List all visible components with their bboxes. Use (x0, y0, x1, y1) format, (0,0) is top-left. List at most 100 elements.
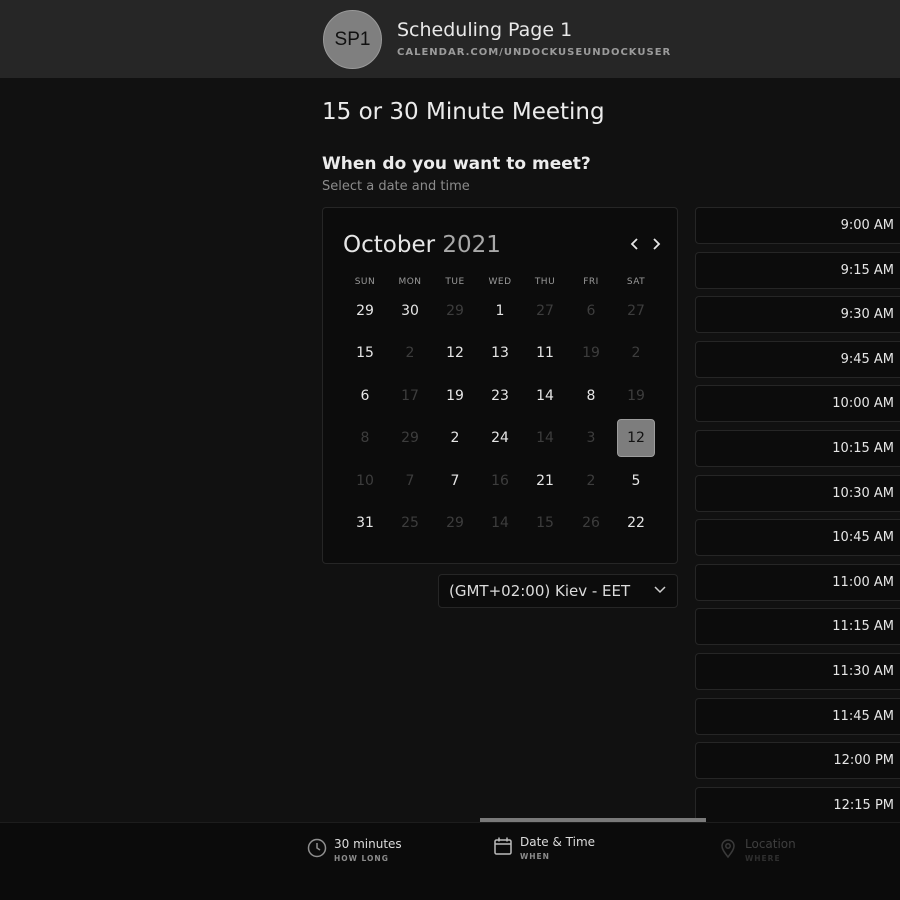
calendar-day: 2 (405, 345, 415, 361)
time-slot-button[interactable]: 10:00 AM (695, 385, 900, 423)
step-duration-label: 30 minutes (334, 837, 402, 851)
calendar-day-selected[interactable]: 12 (617, 419, 655, 457)
calendar-day[interactable]: 22 (617, 504, 655, 542)
calendar-day[interactable]: 21 (526, 462, 564, 500)
calendar-day[interactable]: 8 (572, 377, 610, 415)
calendar-day: 29 (446, 303, 464, 319)
calendar-day[interactable]: 24 (481, 419, 519, 457)
time-slot-label: 10:00 AM (832, 396, 894, 412)
time-slot-button[interactable]: 9:15 AM (695, 251, 900, 289)
calendar-day[interactable]: 14 (526, 377, 564, 415)
calendar-day[interactable]: 5 (617, 462, 655, 500)
avatar: SP1 (323, 10, 382, 69)
time-slot-button[interactable]: 11:45 AM (695, 697, 900, 735)
time-slot-button[interactable]: 9:30 AM (695, 296, 900, 334)
chevron-left-icon (630, 238, 638, 250)
calendar-day[interactable]: 11 (526, 334, 564, 372)
previous-month-button[interactable] (626, 234, 644, 254)
chevron-right-icon (653, 238, 661, 250)
calendar-day: 26 (582, 515, 600, 531)
step-location[interactable]: Location WHERE (717, 837, 796, 863)
time-slot-button[interactable]: 10:45 AM (695, 519, 900, 557)
step-date-time-label: Date & Time (520, 835, 596, 849)
step-location-label: Location (745, 837, 796, 851)
calendar-day[interactable]: 13 (481, 334, 519, 372)
calendar-icon (494, 837, 512, 855)
calendar-day: 29 (446, 515, 464, 531)
calendar-day[interactable]: 2 (436, 419, 474, 457)
weekday-header: TUE (445, 277, 465, 287)
time-slot-label: 11:45 AM (832, 708, 894, 724)
step-duration-sub: HOW LONG (334, 854, 389, 863)
section-subtitle: Select a date and time (322, 179, 470, 194)
weekday-header: WED (488, 277, 512, 287)
calendar-day[interactable]: 6 (346, 377, 384, 415)
weekday-header: MON (398, 277, 422, 287)
time-slot-button[interactable]: 10:15 AM (695, 430, 900, 467)
time-slot-label: 9:45 AM (840, 351, 894, 367)
time-slot-button[interactable]: 9:45 AM (695, 340, 900, 378)
calendar-day: 2 (586, 473, 596, 489)
weekday-header: SUN (354, 277, 376, 287)
calendar-day[interactable]: 23 (481, 377, 519, 415)
time-slot-button[interactable]: 11:15 AM (695, 608, 900, 646)
calendar-day[interactable]: 1 (481, 292, 519, 330)
time-slot-label: 9:30 AM (840, 307, 894, 323)
calendar-day: 27 (536, 303, 554, 319)
step-date-time-sub: WHEN (520, 852, 550, 861)
time-slot-button[interactable]: 11:00 AM (695, 563, 900, 601)
calendar-day: 14 (536, 430, 554, 446)
calendar-day: 14 (491, 515, 509, 531)
calendar-day: 16 (491, 473, 509, 489)
calendar-day: 8 (360, 430, 370, 446)
time-slot-button[interactable]: 9:00 AM (695, 207, 900, 244)
step-duration[interactable]: 30 minutes HOW LONG (306, 837, 402, 863)
location-pin-icon (721, 839, 735, 859)
calendar-day: 29 (401, 430, 419, 446)
calendar-month-year: October 2021 (343, 232, 501, 258)
calendar-day[interactable]: 15 (346, 334, 384, 372)
calendar-day[interactable]: 31 (346, 504, 384, 542)
clock-icon (307, 838, 327, 858)
time-slot-button[interactable]: 12:15 PM (695, 786, 900, 824)
calendar-day: 10 (356, 473, 374, 489)
calendar-day: 19 (582, 345, 600, 361)
time-slot-label: 10:15 AM (832, 441, 894, 456)
calendar-day: 6 (586, 303, 596, 319)
time-slot-label: 11:15 AM (832, 619, 894, 635)
calendar-day[interactable]: 7 (436, 462, 474, 500)
calendar-day: 7 (405, 473, 415, 489)
calendar-day: 25 (401, 515, 419, 531)
calendar-day: 15 (536, 515, 554, 531)
time-slot-label: 9:15 AM (840, 262, 894, 278)
calendar-day[interactable]: 30 (391, 292, 429, 330)
calendar-day[interactable]: 19 (436, 377, 474, 415)
calendar-day: 27 (627, 303, 645, 319)
weekday-header: FRI (583, 277, 599, 287)
next-month-button[interactable] (647, 234, 665, 254)
calendar-day: 19 (627, 388, 645, 404)
calendar-month: October (343, 232, 436, 258)
time-slot-label: 9:00 AM (840, 218, 894, 233)
calendar-year: 2021 (442, 232, 501, 258)
header-bar: SP1 Scheduling Page 1 CALENDAR.COM/UNDOC… (0, 0, 900, 78)
time-slot-label: 12:15 PM (833, 797, 894, 813)
section-heading: When do you want to meet? (322, 154, 591, 174)
calendar-day[interactable]: 12 (436, 334, 474, 372)
weekday-header: SAT (626, 277, 646, 287)
footer-steps: 30 minutes HOW LONG Date & Time WHEN Loc… (0, 822, 900, 900)
weekday-header: THU (534, 277, 556, 287)
timezone-select[interactable]: (GMT+02:00) Kiev - EET (438, 574, 678, 608)
scheduling-page-url[interactable]: CALENDAR.COM/UNDOCKUSEUNDOCKUSER (397, 47, 671, 58)
chevron-down-icon (654, 586, 666, 594)
timezone-value: (GMT+02:00) Kiev - EET (449, 582, 631, 600)
date-picker-calendar: October 2021 SUN MON TUE WED THU FRI SAT 29 30 29… (322, 207, 678, 564)
time-slot-button[interactable]: 10:30 AM (695, 474, 900, 512)
calendar-day: 17 (401, 388, 419, 404)
calendar-day[interactable]: 29 (346, 292, 384, 330)
time-slot-button[interactable]: 11:30 AM (695, 653, 900, 690)
avatar-initials: SP1 (334, 28, 371, 50)
time-slot-button[interactable]: 12:00 PM (695, 742, 900, 780)
step-date-time[interactable]: Date & Time WHEN (492, 835, 595, 861)
time-slot-label: 10:30 AM (832, 485, 894, 501)
